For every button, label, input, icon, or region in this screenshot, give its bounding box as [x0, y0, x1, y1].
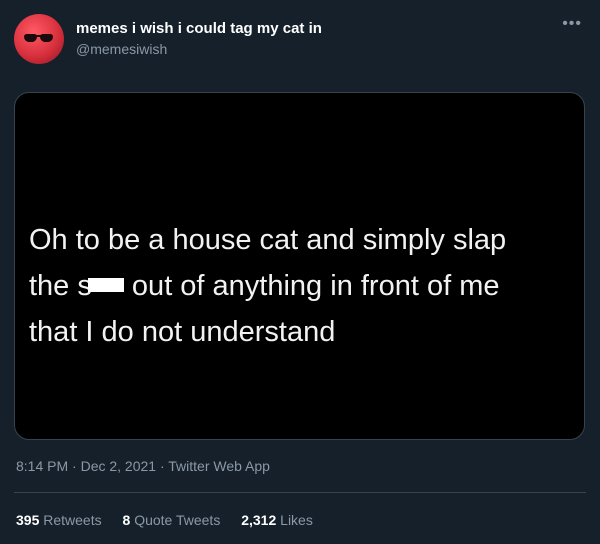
media-line-2-end: out of anything in front of me — [123, 270, 500, 302]
user-handle[interactable]: @memesiwish — [76, 41, 167, 57]
censor-bar — [87, 278, 124, 293]
media-line-2-start: the s — [29, 270, 92, 302]
likes-label: Likes — [280, 512, 313, 528]
quote-tweets-count: 8 — [122, 512, 131, 528]
media-line-1: Oh to be a house cat and simply slap — [29, 224, 507, 256]
media-caption: Oh to be a house cat and simply slap the… — [29, 217, 574, 355]
tweet-media-image[interactable]: Oh to be a house cat and simply slap the… — [14, 92, 585, 440]
quote-tweets-stat[interactable]: 8 Quote Tweets — [123, 512, 221, 528]
likes-count: 2,312 — [241, 512, 277, 528]
retweets-label: Retweets — [43, 512, 102, 528]
media-line-3: that I do not understand — [29, 316, 336, 348]
divider — [14, 492, 586, 493]
avatar[interactable] — [14, 14, 64, 64]
retweets-count: 395 — [16, 512, 40, 528]
tweet-timestamp[interactable]: 8:14 PM · Dec 2, 2021 · Twitter Web App — [16, 458, 270, 474]
tweet-stats: 395 Retweets 8 Quote Tweets 2,312 Likes — [16, 512, 330, 528]
retweets-stat[interactable]: 395 Retweets — [16, 512, 102, 528]
quote-tweets-label: Quote Tweets — [134, 512, 221, 528]
more-options-icon[interactable]: ••• — [562, 16, 582, 32]
avatar-glasses-right — [40, 34, 53, 42]
display-name[interactable]: memes i wish i could tag my cat in — [76, 20, 322, 37]
likes-stat[interactable]: 2,312 Likes — [241, 512, 313, 528]
tweet-header: memes i wish i could tag my cat in @meme… — [14, 14, 586, 66]
